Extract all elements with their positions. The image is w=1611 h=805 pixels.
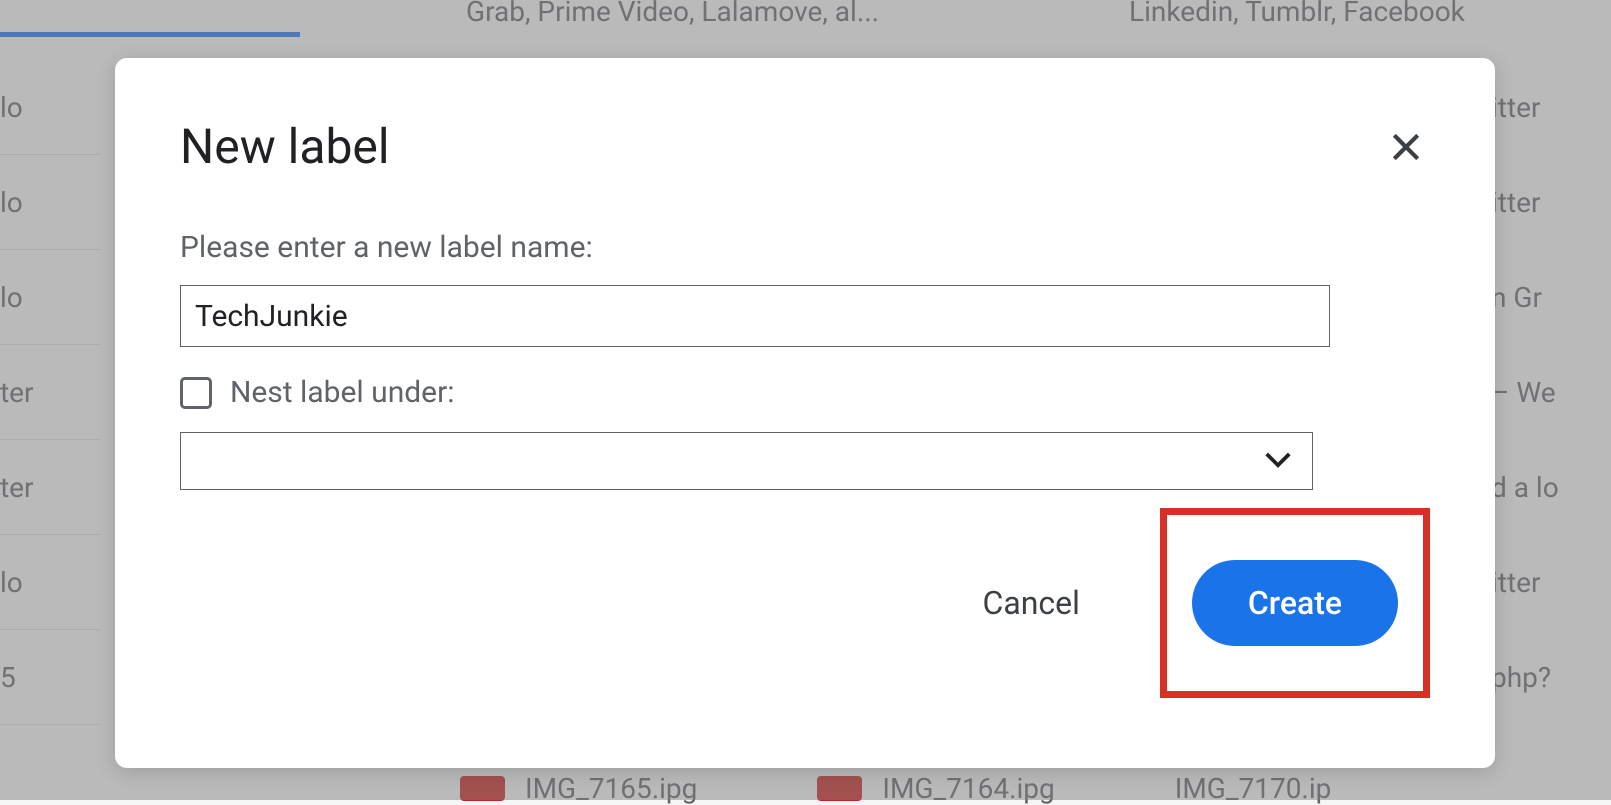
parent-label-select[interactable] [180, 432, 1313, 490]
close-icon [1386, 127, 1426, 167]
nest-label-text: Nest label under: [230, 375, 455, 410]
cancel-button[interactable]: Cancel [983, 584, 1080, 622]
close-button[interactable] [1382, 123, 1430, 171]
create-button-highlight: Create [1160, 508, 1430, 698]
nest-checkbox[interactable] [180, 377, 212, 409]
dialog-title: New label [180, 118, 390, 175]
label-name-prompt: Please enter a new label name: [180, 230, 1430, 265]
label-name-input[interactable] [180, 285, 1330, 347]
create-button[interactable]: Create [1192, 560, 1398, 646]
new-label-dialog: New label Please enter a new label name:… [115, 58, 1495, 768]
